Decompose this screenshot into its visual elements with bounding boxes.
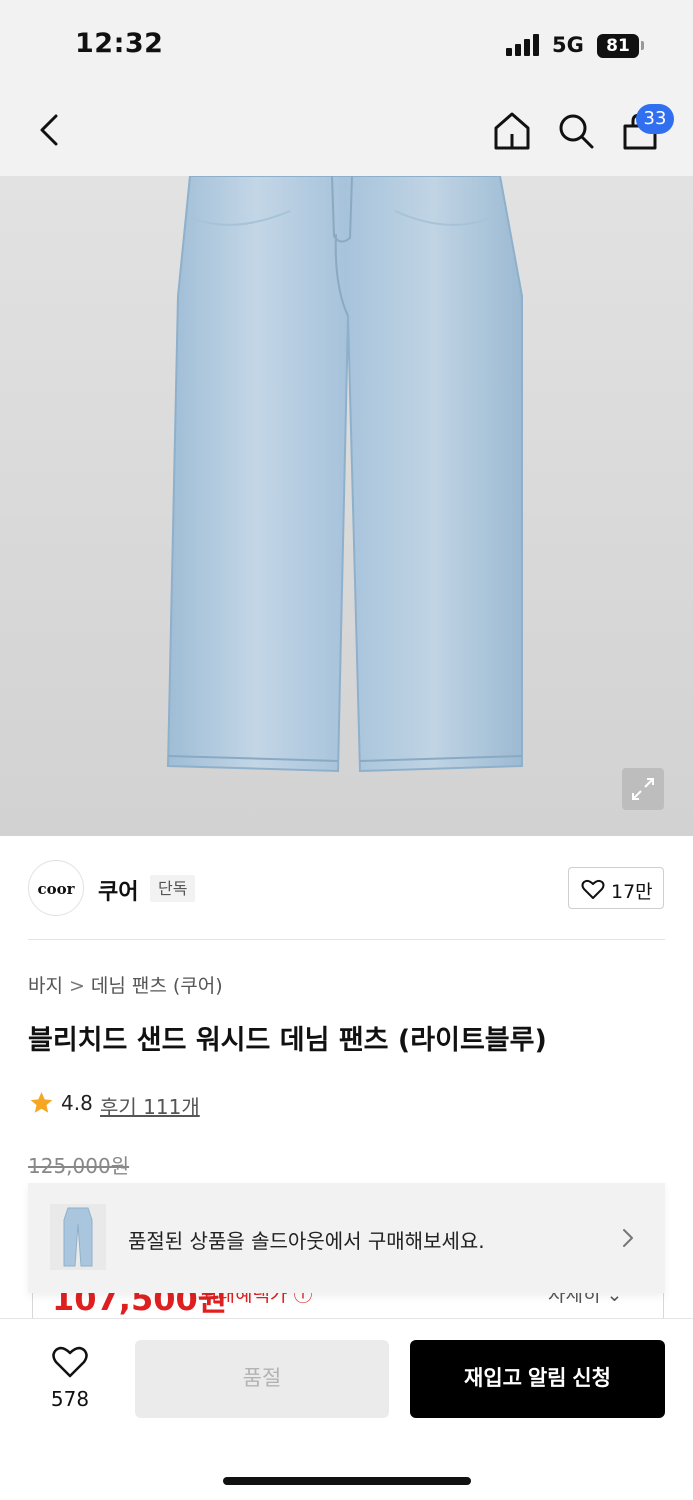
restock-alert-button[interactable]: 재입고 알림 신청 <box>410 1340 665 1418</box>
brand-name[interactable]: 쿠어 <box>98 874 138 906</box>
breadcrumb: 바지 > 데님 팬츠 (쿠어) <box>28 971 223 998</box>
jeans-image <box>166 176 523 773</box>
search-icon[interactable] <box>556 110 596 152</box>
breadcrumb-item[interactable]: 바지 <box>28 975 63 997</box>
soldout-button[interactable]: 품절 <box>135 1340 389 1418</box>
brand-like-count: 17만 <box>611 881 653 903</box>
status-bar: 12:32 5G 81 <box>0 0 693 88</box>
star-icon <box>30 1092 53 1113</box>
status-time: 12:32 <box>75 28 164 59</box>
brand-like-button[interactable]: 17만 <box>568 867 664 909</box>
cart-badge[interactable]: 33 <box>636 104 674 134</box>
soldout-banner[interactable]: 품절된 상품을 솔드아웃에서 구매해보세요. <box>28 1183 665 1293</box>
product-title: 블리치드 샌드 워시드 데님 팬츠 (라이트블루) <box>28 1025 547 1056</box>
divider <box>28 939 665 940</box>
battery-icon: 81 <box>597 34 639 58</box>
back-icon[interactable] <box>34 110 66 150</box>
breadcrumb-item[interactable]: 데님 팬츠 (쿠어) <box>91 975 223 997</box>
signal-icon <box>506 34 542 56</box>
network-label: 5G <box>552 33 584 57</box>
wishlist-count: 578 <box>50 1387 90 1411</box>
expand-button[interactable] <box>622 768 664 810</box>
home-indicator <box>223 1477 471 1485</box>
chevron-right-icon <box>623 1229 633 1247</box>
review-link[interactable]: 후기 111개 <box>100 1091 200 1120</box>
heart-icon <box>52 1346 88 1378</box>
original-price: 125,000원 <box>28 1154 130 1178</box>
jeans-thumbnail-icon <box>63 1207 93 1267</box>
top-nav <box>0 88 693 176</box>
heart-icon <box>581 879 605 899</box>
expand-icon <box>632 778 654 800</box>
bottom-action-bar: 578 품절 재입고 알림 신청 <box>0 1318 693 1500</box>
home-icon[interactable] <box>492 110 532 152</box>
battery-tip <box>641 41 644 50</box>
brand-logo[interactable]: coor <box>28 860 84 916</box>
breadcrumb-chevron-icon: > <box>68 975 85 997</box>
brand-row: coor 쿠어 단독 17만 <box>28 858 665 920</box>
exclusive-tag: 단독 <box>150 875 196 902</box>
rating-value: 4.8 <box>61 1091 93 1115</box>
wishlist-button[interactable]: 578 <box>40 1345 100 1415</box>
soldout-banner-text: 품절된 상품을 솔드아웃에서 구매해보세요. <box>128 1229 485 1253</box>
banner-thumbnail <box>50 1204 106 1270</box>
product-image[interactable] <box>0 176 693 836</box>
